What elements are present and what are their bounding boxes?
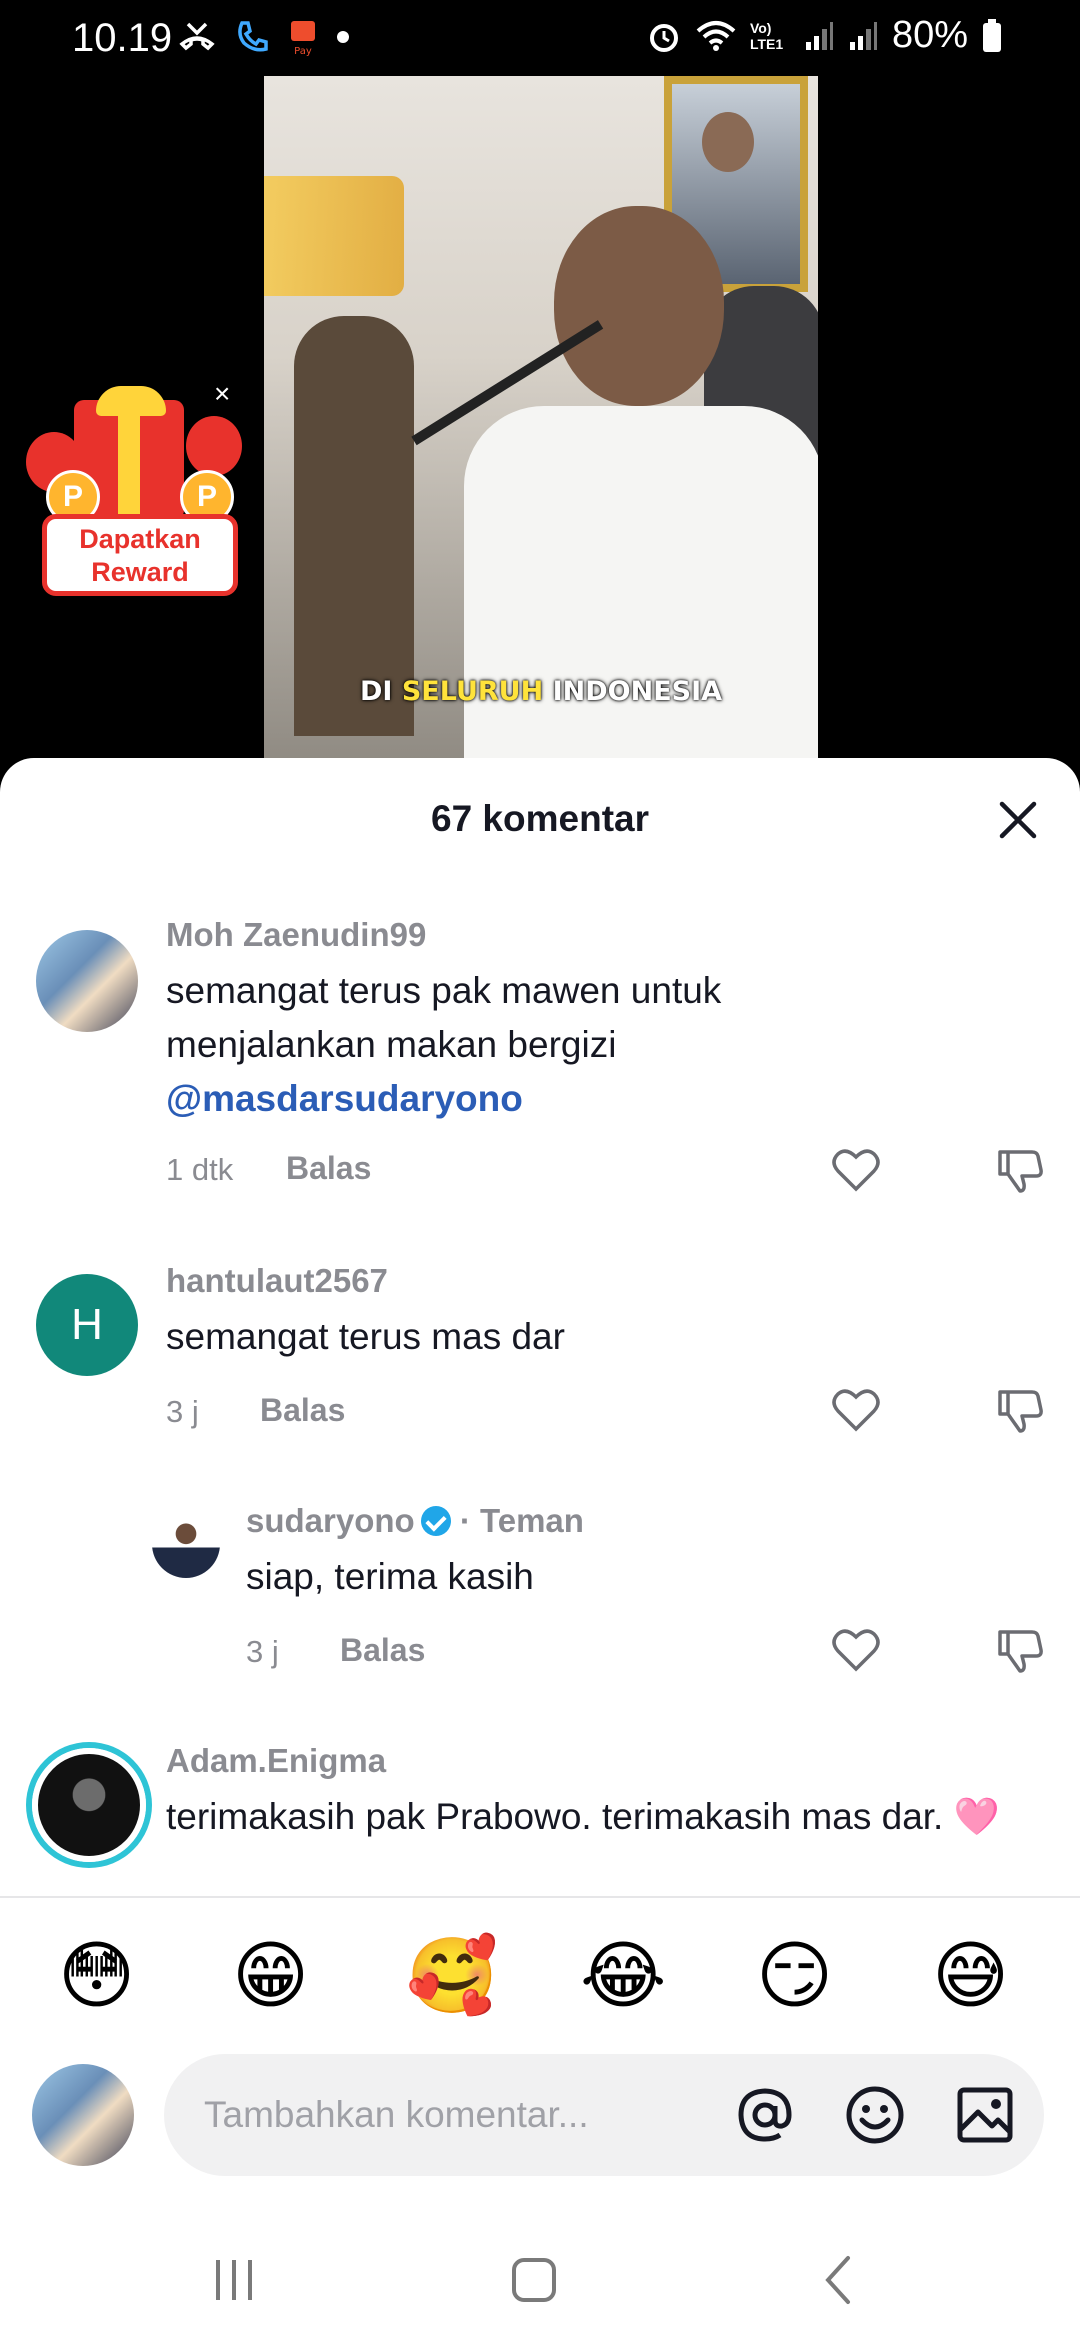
reply-username[interactable]: sudaryono: [246, 1502, 415, 1539]
caption-text-2: INDONESIA: [543, 676, 723, 707]
comment-time: 1 dtk: [166, 1152, 234, 1187]
comment-text: semangat terus mas dar: [166, 1316, 565, 1357]
balloon-right: [186, 416, 242, 476]
reward-line-1: Dapatkan: [79, 524, 201, 554]
avatar[interactable]: [36, 930, 138, 1032]
portrait-head: [702, 112, 754, 172]
comments-count-title: 67 komentar: [431, 798, 649, 839]
at-icon[interactable]: [732, 2082, 798, 2148]
recent-apps-icon[interactable]: [202, 2248, 266, 2312]
dislike-icon[interactable]: [994, 1144, 1046, 1196]
wifi-icon: [696, 20, 736, 51]
emoji-hearts[interactable]: 🥰: [406, 1926, 498, 2026]
comment-text: semangat terus pak mawen untuk menjalank…: [166, 964, 886, 1126]
friend-badge: · Teman: [459, 1502, 584, 1539]
comment-input-box[interactable]: [164, 2054, 1044, 2176]
status-bar: 10.19 Pay Vo) LTE1 80%: [0, 0, 1080, 80]
emoji-flushed[interactable]: 😳: [58, 1926, 135, 2026]
my-avatar: [32, 2064, 134, 2166]
caption-text-1: DI: [359, 676, 402, 707]
video-speaker-body: [464, 406, 818, 776]
battery-percent: 80%: [891, 14, 968, 56]
signal-icon-2: [849, 21, 877, 50]
caption-highlight: SELURUH: [401, 676, 544, 707]
comment-username[interactable]: Moh Zaenudin99: [166, 916, 426, 954]
close-icon[interactable]: [996, 798, 1040, 842]
comment-input[interactable]: [202, 2084, 706, 2146]
emoji-smirk[interactable]: 😏: [756, 1926, 833, 2026]
reply-button[interactable]: Balas: [286, 1150, 371, 1187]
avatar[interactable]: H: [36, 1274, 138, 1376]
missed-call-icon: [179, 22, 215, 51]
heart-icon[interactable]: [830, 1384, 882, 1436]
network-label: Vo) LTE1: [749, 19, 784, 52]
divider: [0, 1896, 1080, 1898]
shopee-pay-icon: Pay: [291, 21, 315, 56]
video-background-light: [264, 176, 404, 296]
heart-icon[interactable]: [830, 1144, 882, 1196]
avatar[interactable]: [32, 1748, 146, 1862]
avatar[interactable]: [152, 1510, 220, 1578]
reward-line-2: Reward: [91, 557, 189, 587]
reward-label: Dapatkan Reward: [42, 514, 238, 596]
video-speaker-head: [554, 206, 724, 406]
svg-text:Pay: Pay: [294, 46, 312, 56]
signal-icon-1: [805, 21, 833, 50]
heart-icon[interactable]: [830, 1624, 882, 1676]
comment-time: 3 j: [246, 1634, 279, 1669]
battery-icon: [983, 18, 1001, 52]
reward-badge[interactable]: P P Dapatkan Reward ×: [26, 378, 246, 600]
quick-emoji-row: 😳 😁 🥰 😂 😏 😅: [0, 1926, 1080, 2026]
comment-username[interactable]: sudaryono · Teman: [246, 1502, 584, 1540]
comment-composer: [0, 2054, 1080, 2194]
status-time: 10.19: [72, 16, 173, 60]
alarm-icon: [649, 23, 678, 52]
comment-time: 3 j: [166, 1394, 199, 1429]
gift-ribbon: [118, 400, 140, 520]
image-icon[interactable]: [952, 2082, 1018, 2148]
video-person-left: [294, 316, 414, 736]
comment-mention-link[interactable]: @masdarsudaryono: [166, 1078, 523, 1119]
comment-text: terimakasih pak Prabowo. terimakasih mas…: [166, 1796, 1000, 1837]
dot-icon: [337, 31, 349, 43]
comment-body: semangat terus pak mawen untuk menjalank…: [166, 970, 722, 1065]
call-icon: [238, 21, 268, 52]
emoji-icon[interactable]: [842, 2082, 908, 2148]
back-icon[interactable]: [806, 2248, 870, 2312]
comment-username[interactable]: hantulaut2567: [166, 1262, 388, 1300]
emoji-grin[interactable]: 😁: [232, 1926, 309, 2026]
dislike-icon[interactable]: [994, 1384, 1046, 1436]
video-caption: DI SELURUH INDONESIA: [264, 676, 818, 707]
status-icons-right: Vo) LTE1 80%: [646, 14, 1002, 57]
status-icons-left: Pay: [178, 18, 350, 56]
gift-bow: [96, 386, 166, 416]
comment-username[interactable]: Adam.Enigma: [166, 1742, 386, 1780]
comment-text: siap, terima kasih: [246, 1556, 534, 1597]
home-icon[interactable]: [502, 2248, 566, 2312]
comments-sheet: 67 komentar Moh Zaenudin99 semangat teru…: [0, 758, 1080, 2340]
system-navigation-bar: [0, 2212, 1080, 2340]
dislike-icon[interactable]: [994, 1624, 1046, 1676]
emoji-sweat-smile[interactable]: 😅: [932, 1926, 1009, 2026]
verified-badge-icon: [420, 1506, 451, 1536]
reply-button[interactable]: Balas: [340, 1632, 425, 1669]
reward-close-icon[interactable]: ×: [214, 378, 230, 410]
video-player[interactable]: DI SELURUH INDONESIA: [264, 76, 818, 776]
emoji-joy[interactable]: 😂: [580, 1926, 666, 2026]
reply-button[interactable]: Balas: [260, 1392, 345, 1429]
